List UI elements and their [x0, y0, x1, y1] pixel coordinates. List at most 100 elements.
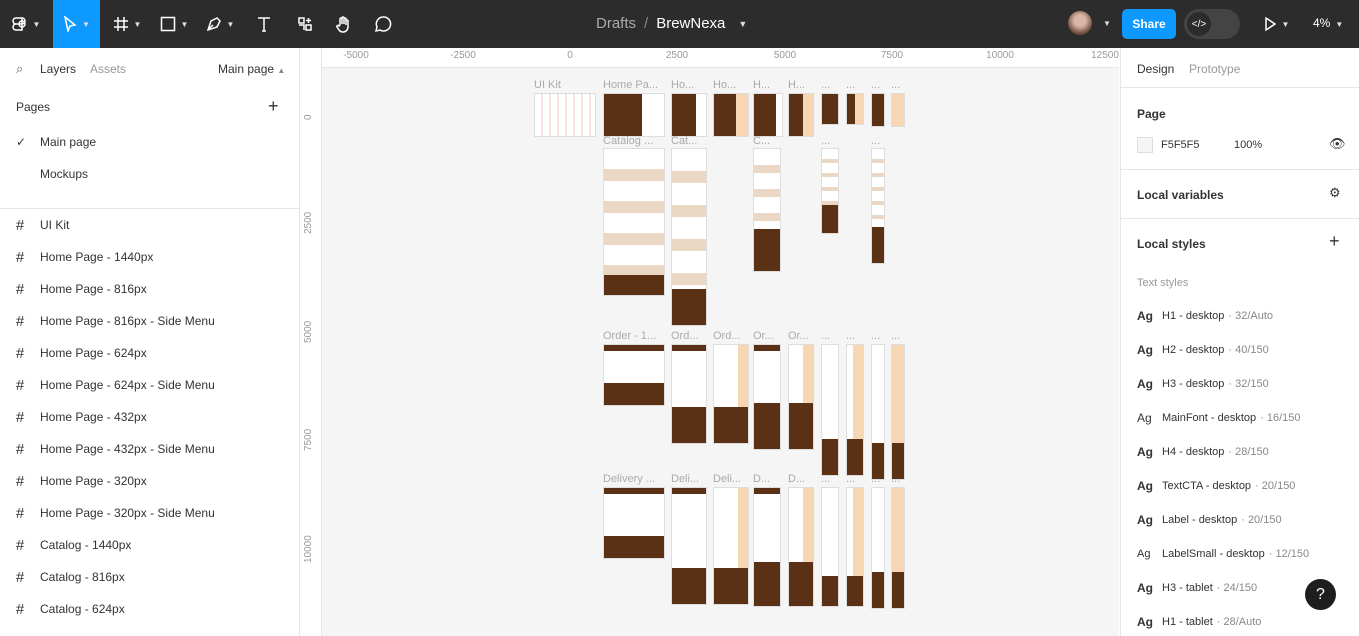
- comment-tool-button[interactable]: [368, 0, 398, 48]
- frame-ui-kit[interactable]: [534, 93, 596, 137]
- frame-catalog[interactable]: [671, 148, 707, 326]
- frame-home[interactable]: [871, 93, 885, 127]
- frame-label[interactable]: Home Pa...: [603, 79, 658, 91]
- frame-label[interactable]: ...: [821, 79, 830, 91]
- frame-label[interactable]: ...: [871, 135, 880, 147]
- add-page-icon[interactable]: +: [268, 96, 279, 117]
- breadcrumb-drafts[interactable]: Drafts: [596, 15, 636, 32]
- frame-home[interactable]: [603, 93, 665, 137]
- text-style-item[interactable]: Ag H4 - desktop · 28/150: [1137, 442, 1269, 462]
- frame-order[interactable]: [891, 344, 905, 480]
- frame-order[interactable]: [603, 344, 665, 406]
- frame-label[interactable]: D...: [788, 473, 805, 485]
- frame-label[interactable]: Or...: [753, 330, 774, 342]
- text-style-item[interactable]: Ag H2 - desktop · 40/150: [1137, 340, 1269, 360]
- frame-label[interactable]: Ho...: [671, 79, 694, 91]
- frame-delivery[interactable]: [713, 487, 749, 605]
- frame-delivery[interactable]: [846, 487, 864, 607]
- frame-label[interactable]: ...: [891, 330, 900, 342]
- text-style-item[interactable]: Ag H3 - tablet · 24/150: [1137, 578, 1257, 598]
- frame-label[interactable]: ...: [821, 330, 830, 342]
- move-tool-button[interactable]: ▼: [53, 0, 100, 48]
- frame-label[interactable]: Catalog ...: [603, 135, 653, 147]
- layer-item[interactable]: # Home Page - 432px: [0, 401, 300, 433]
- frame-delivery[interactable]: [871, 487, 885, 609]
- frame-order[interactable]: [753, 344, 781, 450]
- frame-order[interactable]: [788, 344, 814, 450]
- page-item-mockups[interactable]: Mockups: [40, 167, 88, 181]
- tab-layers[interactable]: Layers: [40, 62, 76, 76]
- layer-item[interactable]: # UI Kit: [0, 209, 300, 241]
- frame-delivery[interactable]: [821, 487, 839, 607]
- frame-label[interactable]: ...: [846, 330, 855, 342]
- tab-prototype[interactable]: Prototype: [1189, 62, 1240, 76]
- frame-label[interactable]: ...: [871, 330, 880, 342]
- tab-assets[interactable]: Assets: [90, 62, 126, 76]
- frame-order[interactable]: [871, 344, 885, 480]
- frame-delivery[interactable]: [671, 487, 707, 605]
- chevron-down-icon[interactable]: ▼: [1103, 19, 1111, 28]
- frame-label[interactable]: Ord...: [713, 330, 741, 342]
- frame-label[interactable]: Deli...: [713, 473, 741, 485]
- add-style-icon[interactable]: +: [1329, 231, 1340, 252]
- layer-item[interactable]: # Catalog - 1440px: [0, 529, 300, 561]
- frame-order[interactable]: [846, 344, 864, 476]
- frame-order[interactable]: [713, 344, 749, 444]
- text-tool-button[interactable]: [250, 0, 278, 48]
- present-button[interactable]: ▼: [1258, 0, 1294, 48]
- layer-item[interactable]: # Catalog - 624px: [0, 593, 300, 625]
- main-menu-button[interactable]: ▼: [8, 0, 44, 48]
- chevron-down-icon[interactable]: ▼: [738, 19, 747, 32]
- dev-mode-toggle[interactable]: </>: [1184, 9, 1240, 39]
- layer-item[interactable]: # Home Page - 624px - Side Menu: [0, 369, 300, 401]
- help-button[interactable]: ?: [1305, 579, 1336, 610]
- file-name[interactable]: BrewNexa: [656, 15, 725, 32]
- variables-icon[interactable]: ⚙: [1329, 185, 1341, 201]
- frame-order[interactable]: [821, 344, 839, 476]
- share-button[interactable]: Share: [1122, 9, 1176, 39]
- hand-tool-button[interactable]: [329, 0, 359, 48]
- frame-delivery[interactable]: [891, 487, 905, 609]
- page-switcher[interactable]: Main page ▲: [218, 62, 285, 76]
- layer-item[interactable]: # Home Page - 320px - Side Menu: [0, 497, 300, 529]
- frame-catalog[interactable]: [821, 148, 839, 234]
- frame-label[interactable]: H...: [788, 79, 805, 91]
- page-color-swatch[interactable]: [1137, 137, 1153, 153]
- frame-delivery[interactable]: [788, 487, 814, 607]
- frame-home[interactable]: [821, 93, 839, 125]
- pen-tool-button[interactable]: ▼: [200, 0, 240, 48]
- zoom-menu[interactable]: 4% ▼: [1313, 16, 1343, 30]
- frame-home[interactable]: [846, 93, 864, 125]
- frame-label[interactable]: ...: [871, 79, 880, 91]
- frame-home[interactable]: [753, 93, 783, 137]
- frame-label[interactable]: C...: [753, 135, 770, 147]
- frame-catalog[interactable]: [603, 148, 665, 296]
- tab-design[interactable]: Design: [1137, 62, 1174, 76]
- frame-label[interactable]: ...: [846, 79, 855, 91]
- frame-home[interactable]: [891, 93, 905, 127]
- frame-home[interactable]: [713, 93, 749, 137]
- text-style-item[interactable]: Ag H1 - tablet · 28/Auto: [1137, 612, 1261, 632]
- frame-label[interactable]: Ord...: [671, 330, 699, 342]
- frame-catalog[interactable]: [871, 148, 885, 264]
- frame-label[interactable]: Deli...: [671, 473, 699, 485]
- page-opacity-value[interactable]: 100%: [1234, 139, 1262, 151]
- frame-label[interactable]: D...: [753, 473, 770, 485]
- text-style-item[interactable]: Ag TextCTA - desktop · 20/150: [1137, 476, 1295, 496]
- frame-delivery[interactable]: [603, 487, 665, 559]
- frame-label[interactable]: ...: [891, 473, 900, 485]
- resources-button[interactable]: [290, 0, 320, 48]
- shape-tool-button[interactable]: ▼: [155, 0, 193, 48]
- text-style-item[interactable]: Ag Label - desktop · 20/150: [1137, 510, 1282, 530]
- frame-label[interactable]: Ho...: [713, 79, 736, 91]
- frame-label[interactable]: H...: [753, 79, 770, 91]
- frame-catalog[interactable]: [753, 148, 781, 272]
- search-icon[interactable]: ⌕: [16, 61, 23, 77]
- layer-item[interactable]: # Home Page - 816px: [0, 273, 300, 305]
- text-style-item[interactable]: Ag MainFont - desktop · 16/150: [1137, 408, 1301, 428]
- text-style-item[interactable]: Ag H3 - desktop · 32/150: [1137, 374, 1269, 394]
- canvas[interactable]: -5000 -2500 0 2500 5000 7500 10000 12500…: [301, 48, 1119, 636]
- avatar[interactable]: [1068, 11, 1092, 35]
- layer-item[interactable]: # Catalog - 816px: [0, 561, 300, 593]
- frame-label[interactable]: ...: [891, 79, 900, 91]
